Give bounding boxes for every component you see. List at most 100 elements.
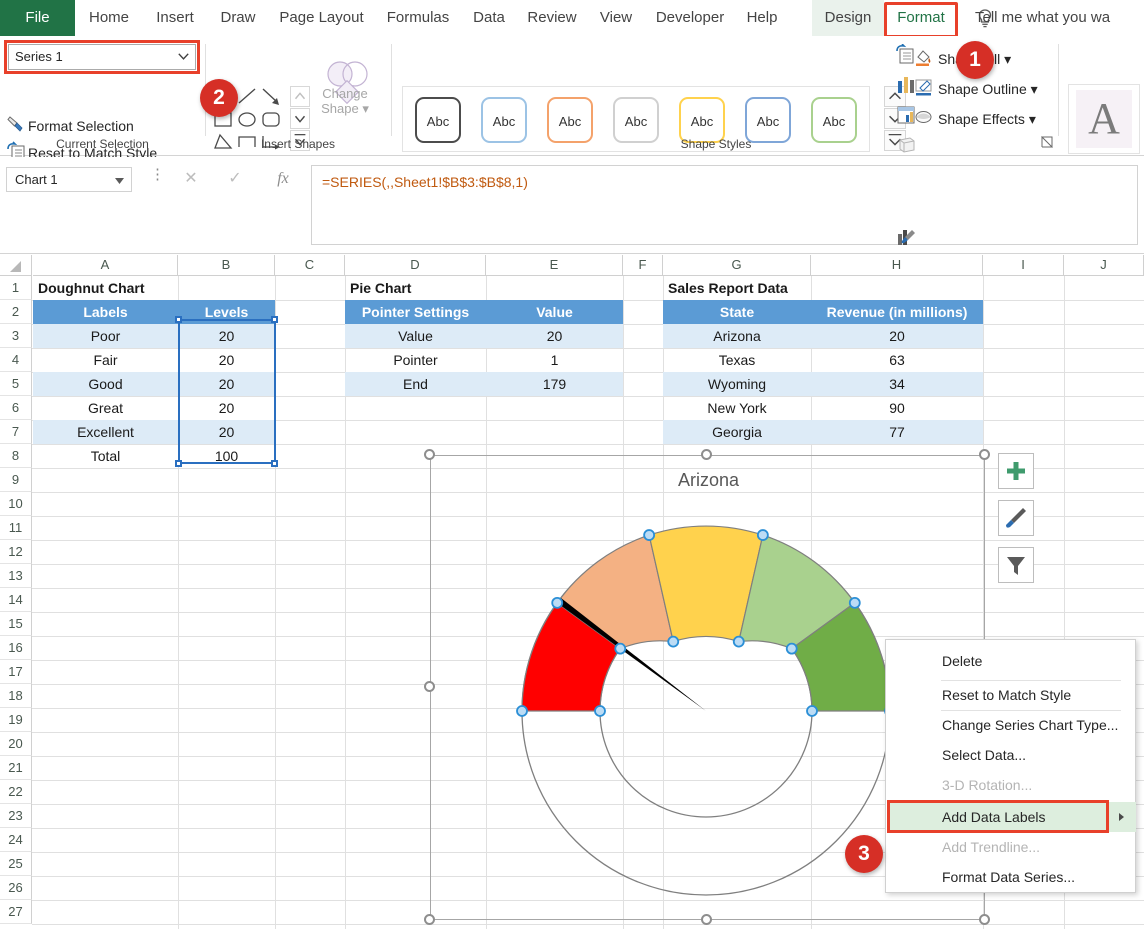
ribbon-tab-design[interactable]: Design [812, 0, 884, 36]
row-header-2[interactable]: 2 [0, 300, 32, 324]
cell-B5[interactable]: 20 [178, 372, 275, 396]
cell-G6[interactable]: New York [663, 396, 811, 420]
cell-E4[interactable]: 1 [486, 348, 623, 372]
shape-effects-button[interactable]: Shape Effects ▾ [938, 108, 1036, 130]
cell-G1[interactable]: Sales Report Data [663, 276, 811, 300]
menu-item-change-series-chart-type[interactable]: Change Series Chart Type... [887, 710, 1136, 740]
row-header-13[interactable]: 13 [0, 564, 32, 588]
ribbon-tab-file[interactable]: File [0, 0, 75, 36]
shapes-scroll-up-button[interactable] [290, 86, 310, 107]
shape-outline-button[interactable]: Shape Outline ▾ [938, 78, 1038, 100]
cell-D5[interactable]: End [345, 372, 486, 396]
ribbon-tab-help[interactable]: Help [737, 0, 787, 36]
cell-B7[interactable]: 20 [178, 420, 275, 444]
row-header-5[interactable]: 5 [0, 372, 32, 396]
row-header-26[interactable]: 26 [0, 876, 32, 900]
chart-handle-top-center[interactable] [701, 449, 712, 460]
row-header-24[interactable]: 24 [0, 828, 32, 852]
enter-formula-button[interactable]: ✓ [222, 167, 248, 191]
cell-G3[interactable]: Arizona [663, 324, 811, 348]
cell-B8[interactable]: 100 [178, 444, 275, 468]
row-header-10[interactable]: 10 [0, 492, 32, 516]
shapes-scroll-down-button[interactable] [290, 108, 310, 129]
cell-D4[interactable]: Pointer [345, 348, 486, 372]
selection-handle-tl[interactable] [175, 316, 182, 323]
row-header-25[interactable]: 25 [0, 852, 32, 876]
cell-B3[interactable]: 20 [178, 324, 275, 348]
chart-element-dropdown[interactable]: Series 1 [8, 44, 196, 70]
cell-E2[interactable]: Value [486, 300, 623, 324]
column-header-G[interactable]: G [663, 255, 811, 276]
cell-B6[interactable]: 20 [178, 396, 275, 420]
cell-A4[interactable]: Fair [33, 348, 178, 372]
row-header-3[interactable]: 3 [0, 324, 32, 348]
menu-item-reset-to-match-style[interactable]: Reset to Match Style [887, 680, 1136, 710]
cell-E3[interactable]: 20 [486, 324, 623, 348]
cell-G5[interactable]: Wyoming [663, 372, 811, 396]
cell-H7[interactable]: 77 [811, 420, 983, 444]
formula-input[interactable]: =SERIES(,,Sheet1!$B$3:$B$8,1) [311, 165, 1138, 245]
column-header-H[interactable]: H [811, 255, 983, 276]
chart-handle-bottom-right[interactable] [979, 914, 990, 925]
selection-handle-bl[interactable] [175, 460, 182, 467]
chart-handle-bottom-center[interactable] [701, 914, 712, 925]
cell-A8[interactable]: Total [33, 444, 178, 468]
cell-H3[interactable]: 20 [811, 324, 983, 348]
row-header-6[interactable]: 6 [0, 396, 32, 420]
ribbon-tab-page-layout[interactable]: Page Layout [270, 0, 373, 36]
ribbon-tab-developer[interactable]: Developer [647, 0, 733, 36]
cell-G4[interactable]: Texas [663, 348, 811, 372]
menu-item-select-data[interactable]: Select Data... [887, 740, 1136, 770]
formula-bar-overflow-handle[interactable]: ⋮ [150, 171, 154, 189]
row-header-20[interactable]: 20 [0, 732, 32, 756]
ribbon-tab-review[interactable]: Review [519, 0, 585, 36]
row-header-18[interactable]: 18 [0, 684, 32, 708]
column-header-D[interactable]: D [345, 255, 486, 276]
select-all-corner[interactable] [0, 255, 32, 276]
selection-handle-br[interactable] [271, 460, 278, 467]
row-header-22[interactable]: 22 [0, 780, 32, 804]
row-header-8[interactable]: 8 [0, 444, 32, 468]
cell-G2[interactable]: State [663, 300, 811, 324]
cell-A3[interactable]: Poor [33, 324, 178, 348]
row-header-11[interactable]: 11 [0, 516, 32, 540]
cell-H4[interactable]: 63 [811, 348, 983, 372]
row-header-19[interactable]: 19 [0, 708, 32, 732]
column-header-C[interactable]: C [275, 255, 345, 276]
row-header-23[interactable]: 23 [0, 804, 32, 828]
cell-D1[interactable]: Pie Chart [345, 276, 486, 300]
ribbon-tab-format[interactable]: Format [886, 0, 956, 36]
menu-item-add-data-labels[interactable]: Add Data Labels [887, 802, 1136, 832]
row-header-27[interactable]: 27 [0, 900, 32, 924]
ribbon-tab-insert[interactable]: Insert [144, 0, 206, 36]
cancel-formula-button[interactable]: ✕ [178, 167, 204, 191]
ribbon-tab-home[interactable]: Home [78, 0, 140, 36]
chart-title[interactable]: Arizona [431, 470, 986, 491]
line-shape-icon[interactable] [236, 86, 258, 107]
chart-handle-top-left[interactable] [424, 449, 435, 460]
selection-handle-tr[interactable] [271, 316, 278, 323]
column-header-B[interactable]: B [178, 255, 275, 276]
cell-A1[interactable]: Doughnut Chart [33, 276, 178, 300]
cell-H2[interactable]: Revenue (in millions) [811, 300, 983, 324]
cell-A2[interactable]: Labels [33, 300, 178, 324]
chart-filters-button[interactable] [998, 547, 1034, 583]
ribbon-tab-formulas[interactable]: Formulas [377, 0, 459, 36]
ribbon-tab-view[interactable]: View [589, 0, 643, 36]
shape-styles-dialog-launcher[interactable] [1041, 136, 1053, 148]
change-shape-button[interactable]: Change Shape ▾ [313, 86, 377, 116]
cell-B2[interactable]: Levels [178, 300, 275, 324]
column-header-E[interactable]: E [486, 255, 623, 276]
row-header-4[interactable]: 4 [0, 348, 32, 372]
cell-D2[interactable]: Pointer Settings [345, 300, 486, 324]
row-header-12[interactable]: 12 [0, 540, 32, 564]
row-header-15[interactable]: 15 [0, 612, 32, 636]
chart-context-menu[interactable]: DeleteReset to Match StyleChange Series … [885, 639, 1136, 893]
row-header-21[interactable]: 21 [0, 756, 32, 780]
row-header-16[interactable]: 16 [0, 636, 32, 660]
menu-item-format-data-series[interactable]: Format Data Series... [887, 862, 1136, 892]
chart-styles-button[interactable] [998, 500, 1034, 536]
ribbon-tab-draw[interactable]: Draw [210, 0, 266, 36]
cell-A6[interactable]: Great [33, 396, 178, 420]
rounded-rectangle-shape-icon[interactable] [260, 109, 282, 130]
